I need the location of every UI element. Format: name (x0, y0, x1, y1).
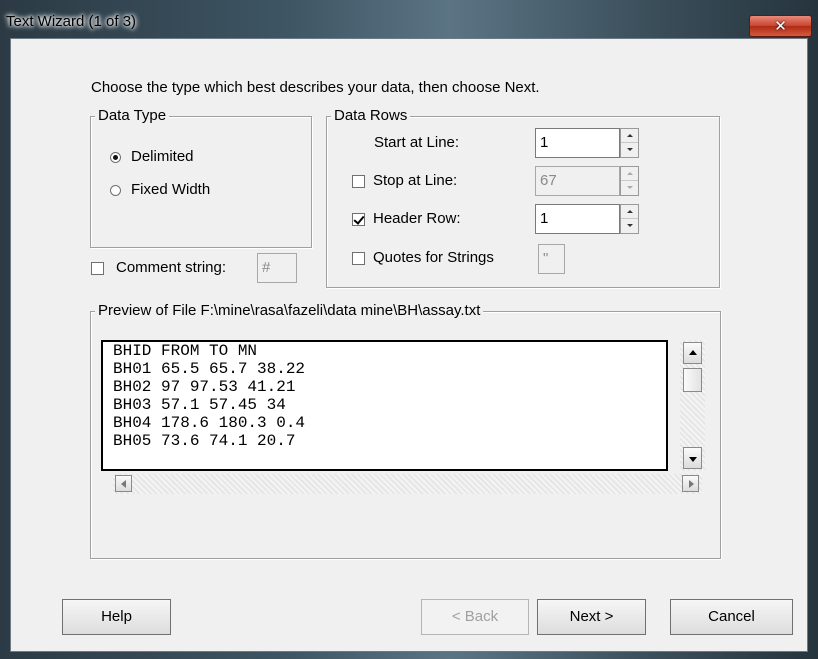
spin-up-icon (621, 167, 638, 181)
stop-at-line-spinner (620, 166, 639, 196)
start-at-line-input[interactable]: 1 (535, 128, 620, 158)
preview-line: BH05 73.6 74.1 20.7 (113, 432, 296, 450)
horizontal-scrollbar[interactable] (113, 474, 702, 494)
quotes-char-input: " (538, 244, 565, 274)
fixed-width-label[interactable]: Fixed Width (131, 181, 210, 198)
fixed-width-radio[interactable] (110, 185, 121, 196)
start-at-line-spinner[interactable] (620, 128, 639, 158)
stop-at-line-checkbox[interactable] (352, 175, 365, 188)
title-bar[interactable]: Text Wizard (1 of 3) ✕ (0, 0, 818, 40)
scroll-right-icon[interactable] (682, 475, 699, 492)
data-rows-legend: Data Rows (331, 107, 411, 124)
comment-string-label[interactable]: Comment string: (116, 259, 226, 276)
spin-up-icon[interactable] (621, 129, 638, 143)
next-button[interactable]: Next > (537, 599, 646, 635)
header-row-checkbox[interactable] (352, 213, 365, 226)
vertical-scroll-thumb[interactable] (683, 368, 702, 392)
quotes-for-strings-checkbox[interactable] (352, 252, 365, 265)
preview-line: BH03 57.1 57.45 34 (113, 396, 286, 414)
help-button[interactable]: Help (62, 599, 171, 635)
data-type-legend: Data Type (95, 107, 170, 124)
stop-at-line-input: 67 (535, 166, 620, 196)
header-row-spinner[interactable] (620, 204, 639, 234)
quotes-for-strings-label[interactable]: Quotes for Strings (373, 249, 494, 266)
delimited-label[interactable]: Delimited (131, 148, 194, 165)
scroll-up-icon[interactable] (683, 342, 702, 364)
stop-at-line-label[interactable]: Stop at Line: (373, 172, 457, 189)
scroll-left-icon[interactable] (115, 475, 132, 492)
instructions-text: Choose the type which best describes you… (91, 79, 540, 96)
spin-down-icon[interactable] (621, 143, 638, 157)
vertical-scrollbar[interactable] (680, 340, 705, 471)
text-wizard-window: Text Wizard (1 of 3) ✕ Choose the type w… (0, 0, 818, 659)
spin-down-icon[interactable] (621, 219, 638, 233)
spin-down-icon (621, 181, 638, 195)
close-button[interactable]: ✕ (749, 15, 812, 37)
delimited-radio[interactable] (110, 152, 121, 163)
preview-line: BHID FROM TO MN (113, 342, 258, 360)
preview-textbox[interactable]: BHID FROM TO MN BH01 65.5 65.7 38.22 BH0… (101, 340, 668, 471)
comment-string-input: # (257, 253, 297, 283)
preview-legend: Preview of File F:\mine\rasa\fazeli\data… (95, 302, 484, 319)
header-row-label[interactable]: Header Row: (373, 210, 461, 227)
preview-line: BH02 97 97.53 41.21 (113, 378, 296, 396)
spin-up-icon[interactable] (621, 205, 638, 219)
scroll-down-icon[interactable] (683, 447, 702, 469)
close-icon: ✕ (774, 17, 787, 35)
start-at-line-label: Start at Line: (374, 134, 460, 151)
window-title: Text Wizard (1 of 3) (6, 13, 137, 30)
comment-string-checkbox[interactable] (91, 262, 104, 275)
preview-line: BH04 178.6 180.3 0.4 (113, 414, 306, 432)
dialog-body: Choose the type which best describes you… (10, 38, 808, 652)
back-button[interactable]: < Back (421, 599, 529, 635)
cancel-button[interactable]: Cancel (670, 599, 793, 635)
preview-line: BH01 65.5 65.7 38.22 (113, 360, 306, 378)
header-row-input[interactable]: 1 (535, 204, 620, 234)
